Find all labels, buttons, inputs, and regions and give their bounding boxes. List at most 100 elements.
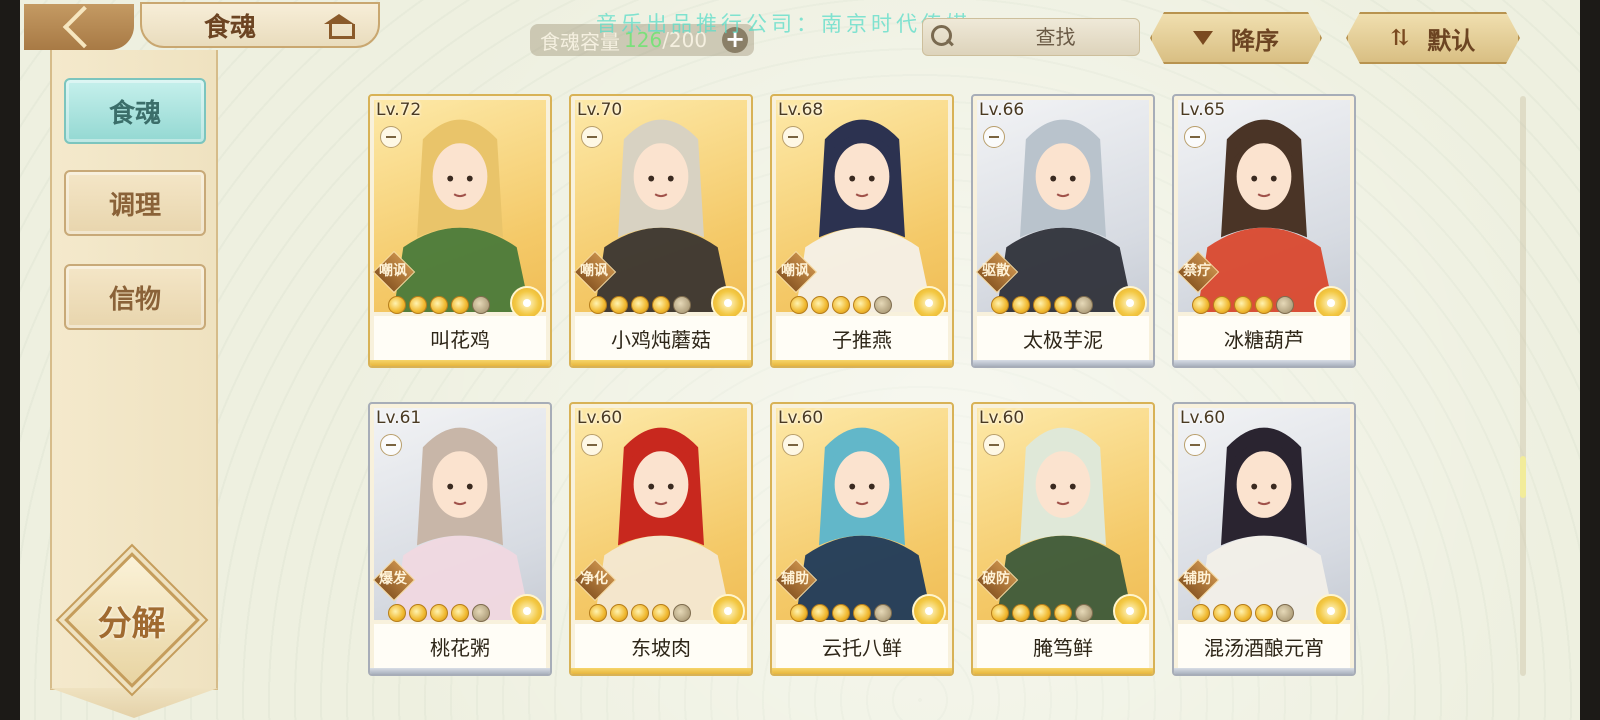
character-card[interactable]: Lv.60 辅助 云托八鲜 xyxy=(770,402,954,676)
back-arrow-icon xyxy=(62,5,106,49)
star-empty-icon xyxy=(874,604,892,622)
star-icon xyxy=(1054,604,1072,622)
card-bottom-strip xyxy=(772,360,952,366)
card-name: 腌笃鲜 xyxy=(977,624,1149,668)
star-rating xyxy=(589,296,691,314)
star-icon xyxy=(811,604,829,622)
role-badge: 嘲讽 xyxy=(372,250,414,292)
lock-toggle-icon[interactable] xyxy=(782,126,804,148)
flower-icon xyxy=(1113,594,1147,628)
character-card[interactable]: Lv.65 禁疗 冰糖葫芦 xyxy=(1172,94,1356,368)
star-icon xyxy=(589,604,607,622)
lock-toggle-icon[interactable] xyxy=(983,434,1005,456)
card-bottom-strip xyxy=(571,668,751,674)
role-label: 嘲讽 xyxy=(580,263,608,279)
character-card[interactable]: Lv.60 辅助 混汤酒酿元宵 xyxy=(1172,402,1356,676)
lock-toggle-icon[interactable] xyxy=(1184,434,1206,456)
star-icon xyxy=(430,604,448,622)
lock-toggle-icon[interactable] xyxy=(380,126,402,148)
card-level: Lv.68 xyxy=(778,100,824,120)
game-screen: 食魂 食魂容量 126 /200 + 音乐出品推行公司：南京时代传媒 ✕ 降序 … xyxy=(20,0,1580,720)
star-icon xyxy=(589,296,607,314)
lock-toggle-icon[interactable] xyxy=(581,434,603,456)
sidebar-tab-soul[interactable]: 食魂 xyxy=(64,78,206,144)
star-icon xyxy=(388,296,406,314)
pavilion-icon[interactable] xyxy=(324,12,355,39)
star-rating xyxy=(1192,604,1294,622)
sort-mode-button[interactable]: ⇅ 默认 xyxy=(1346,12,1520,64)
scrollbar[interactable] xyxy=(1520,96,1526,676)
character-card[interactable]: Lv.66 驱散 太极芋泥 xyxy=(971,94,1155,368)
star-icon xyxy=(1192,604,1210,622)
character-card[interactable]: Lv.72 嘲讽 叫花鸡 xyxy=(368,94,552,368)
card-name: 冰糖葫芦 xyxy=(1178,316,1350,360)
role-label: 辅助 xyxy=(1183,571,1211,587)
star-icon xyxy=(1255,296,1273,314)
card-name: 叫花鸡 xyxy=(374,316,546,360)
card-name: 东坡肉 xyxy=(575,624,747,668)
sidebar-tab-tokens[interactable]: 信物 xyxy=(64,264,206,330)
character-card[interactable]: Lv.61 爆发 桃花粥 xyxy=(368,402,552,676)
star-icon xyxy=(631,296,649,314)
star-empty-icon xyxy=(1276,604,1294,622)
role-badge: 爆发 xyxy=(372,558,414,600)
star-icon xyxy=(1054,296,1072,314)
page-title: 食魂 xyxy=(204,12,257,43)
star-rating xyxy=(790,296,892,314)
star-empty-icon xyxy=(1276,296,1294,314)
card-bottom-strip xyxy=(973,668,1153,674)
flower-icon xyxy=(1314,286,1348,320)
card-bottom-strip xyxy=(772,668,952,674)
role-label: 净化 xyxy=(580,571,608,587)
scrollbar-thumb[interactable] xyxy=(1520,456,1526,498)
role-label: 禁疗 xyxy=(1183,263,1211,279)
sort-order-button[interactable]: 降序 xyxy=(1150,12,1322,64)
decompose-label: 分解 xyxy=(98,603,166,644)
role-badge: 禁疗 xyxy=(1176,250,1218,292)
card-name: 子推燕 xyxy=(776,316,948,360)
sidebar-tab-conditioning[interactable]: 调理 xyxy=(64,170,206,236)
back-button[interactable] xyxy=(24,4,134,50)
character-card[interactable]: Lv.70 嘲讽 小鸡炖蘑菇 xyxy=(569,94,753,368)
card-bottom-strip xyxy=(1174,668,1354,674)
role-badge: 驱散 xyxy=(975,250,1017,292)
star-icon xyxy=(430,296,448,314)
star-icon xyxy=(1234,296,1252,314)
card-name: 小鸡炖蘑菇 xyxy=(575,316,747,360)
role-badge: 辅助 xyxy=(774,558,816,600)
card-level: Lv.65 xyxy=(1180,100,1226,120)
role-badge: 净化 xyxy=(573,558,615,600)
lock-toggle-icon[interactable] xyxy=(581,126,603,148)
search-input[interactable] xyxy=(931,19,1180,55)
star-icon xyxy=(451,604,469,622)
role-badge: 嘲讽 xyxy=(774,250,816,292)
card-bottom-strip xyxy=(973,360,1153,366)
lock-toggle-icon[interactable] xyxy=(983,126,1005,148)
sort-down-icon xyxy=(1193,31,1213,45)
card-level: Lv.60 xyxy=(1180,408,1226,428)
star-rating xyxy=(589,604,691,622)
character-card[interactable]: Lv.60 净化 东坡肉 xyxy=(569,402,753,676)
card-bottom-strip xyxy=(370,668,550,674)
star-icon xyxy=(610,604,628,622)
star-rating xyxy=(388,296,490,314)
star-icon xyxy=(1255,604,1273,622)
star-rating xyxy=(1192,296,1294,314)
card-level: Lv.66 xyxy=(979,100,1025,120)
character-card[interactable]: Lv.60 破防 腌笃鲜 xyxy=(971,402,1155,676)
star-rating xyxy=(388,604,490,622)
lock-toggle-icon[interactable] xyxy=(782,434,804,456)
star-empty-icon xyxy=(673,604,691,622)
character-card[interactable]: Lv.68 嘲讽 子推燕 xyxy=(770,94,954,368)
flower-icon xyxy=(711,286,745,320)
star-icon xyxy=(832,604,850,622)
lock-toggle-icon[interactable] xyxy=(380,434,402,456)
star-empty-icon xyxy=(874,296,892,314)
flower-icon xyxy=(1113,286,1147,320)
flower-icon xyxy=(912,594,946,628)
star-icon xyxy=(832,296,850,314)
star-icon xyxy=(790,604,808,622)
star-icon xyxy=(409,296,427,314)
lock-toggle-icon[interactable] xyxy=(1184,126,1206,148)
star-icon xyxy=(790,296,808,314)
